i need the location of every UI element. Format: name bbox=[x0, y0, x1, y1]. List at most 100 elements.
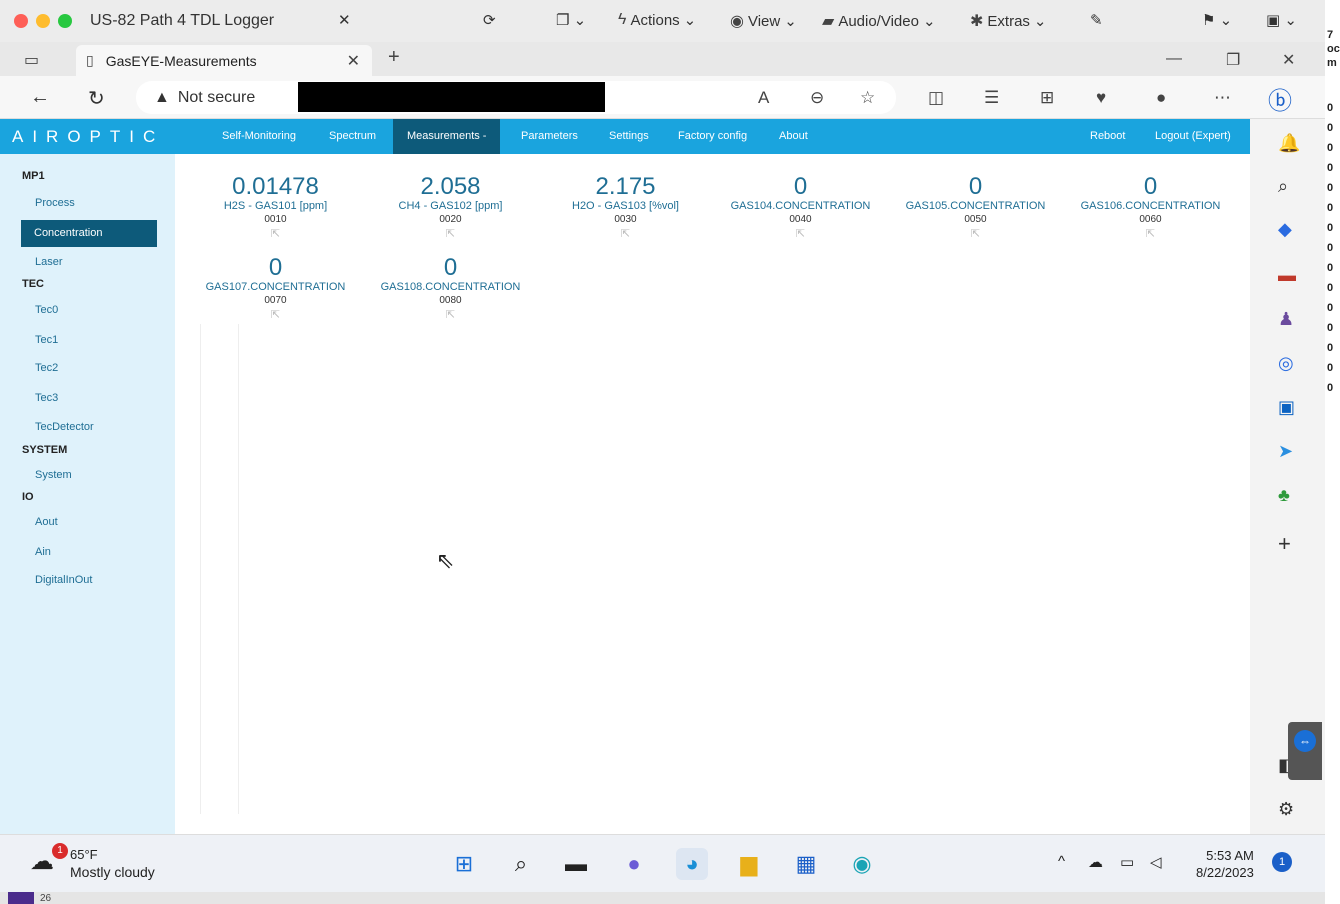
tree-icon[interactable]: ♣ bbox=[1278, 485, 1290, 506]
refresh-icon[interactable]: ⟳ bbox=[483, 11, 496, 29]
security-label: Not secure bbox=[177, 88, 256, 106]
games-icon[interactable]: ♟ bbox=[1278, 309, 1294, 330]
chevron-up-icon[interactable]: ^ bbox=[1058, 853, 1065, 870]
health-icon[interactable]: ♥ bbox=[1096, 88, 1106, 108]
split-screen-icon[interactable]: ◫ bbox=[928, 88, 944, 108]
clock-date: 8/22/2023 bbox=[1196, 865, 1254, 880]
edge-char: 0 bbox=[1327, 362, 1334, 374]
edge-char: 0 bbox=[1327, 342, 1334, 354]
browser-tab[interactable]: ▯ GasEYE-Measurements ✕ bbox=[76, 45, 372, 76]
external-link-icon[interactable]: ⇱ bbox=[538, 226, 713, 242]
bing-icon[interactable]: ⓑ bbox=[1268, 81, 1292, 116]
audio-video-menu[interactable]: ▰ Audio/Video ⌄ bbox=[822, 11, 936, 31]
sidebar-item-tec2[interactable]: Tec2 bbox=[35, 362, 58, 374]
restore-icon[interactable]: ❐ bbox=[1226, 50, 1240, 70]
eye-app-icon[interactable]: ◉ bbox=[846, 848, 878, 880]
external-link-icon[interactable]: ⇱ bbox=[188, 226, 363, 242]
sidebar-item-concentration[interactable]: Concentration bbox=[21, 220, 157, 247]
clock[interactable]: 5:53 AM 8/22/2023 bbox=[1196, 847, 1254, 881]
minimize-window-button[interactable] bbox=[36, 14, 50, 28]
external-link-icon[interactable]: ⇱ bbox=[713, 226, 888, 242]
browser-tabbar: ▭ ▯ GasEYE-Measurements ✕ + — ❐ ✕ bbox=[0, 42, 1325, 76]
close-icon[interactable]: ✕ bbox=[1282, 50, 1295, 70]
shopping-icon[interactable]: ◆ bbox=[1278, 219, 1292, 240]
close-window-button[interactable] bbox=[14, 14, 28, 28]
sidebar-item-ain[interactable]: Ain bbox=[35, 546, 51, 558]
read-aloud-icon[interactable]: A bbox=[758, 88, 769, 108]
sidebar-item-process[interactable]: Process bbox=[35, 197, 75, 209]
nav-settings[interactable]: Settings bbox=[609, 130, 649, 142]
minimize-icon[interactable]: — bbox=[1166, 50, 1182, 68]
nav-parameters[interactable]: Parameters bbox=[521, 130, 578, 142]
nav-self-monitoring[interactable]: Self-Monitoring bbox=[222, 130, 296, 142]
store-icon[interactable]: ▦ bbox=[790, 848, 822, 880]
sidebar-item-tecdetector[interactable]: TecDetector bbox=[35, 421, 94, 433]
profile-icon[interactable]: ● bbox=[1156, 88, 1166, 108]
zoom-window-button[interactable] bbox=[58, 14, 72, 28]
file-explorer-icon[interactable]: ▆ bbox=[733, 848, 765, 880]
onedrive-icon[interactable]: ☁ bbox=[1088, 853, 1103, 871]
external-link-icon[interactable]: ⇱ bbox=[1063, 226, 1238, 242]
external-link-icon[interactable]: ⇱ bbox=[363, 226, 538, 242]
nav-about[interactable]: About bbox=[779, 130, 808, 142]
more-menu-icon[interactable]: ⋯ bbox=[1214, 88, 1231, 108]
sidebar-group-tec: TEC bbox=[22, 278, 44, 290]
sidebar-item-aout[interactable]: Aout bbox=[35, 516, 58, 528]
outlook-icon[interactable]: ▣ bbox=[1278, 397, 1295, 418]
add-icon[interactable]: + bbox=[1278, 531, 1291, 557]
favorites-icon[interactable]: ☰ bbox=[984, 88, 999, 108]
measurement-value: 0 bbox=[443, 254, 458, 281]
back-icon[interactable]: ← bbox=[30, 86, 50, 109]
sidebar-item-tec0[interactable]: Tec0 bbox=[35, 304, 58, 316]
panel-menu-icon[interactable]: ▣ ⌄ bbox=[1266, 11, 1297, 29]
background-window-strip bbox=[0, 892, 1325, 904]
nav-measurements[interactable]: Measurements - bbox=[393, 119, 501, 154]
close-tab-icon[interactable]: ✕ bbox=[347, 51, 360, 71]
task-view-icon[interactable]: ▬ bbox=[560, 848, 592, 880]
run-icon[interactable]: ⚑ ⌄ bbox=[1202, 11, 1232, 29]
tab-actions-icon[interactable]: ▭ bbox=[24, 50, 39, 70]
view-menu[interactable]: ◉ View ⌄ bbox=[730, 11, 797, 31]
sidebar-item-tec3[interactable]: Tec3 bbox=[35, 392, 58, 404]
actions-menu[interactable]: ϟ Actions ⌄ bbox=[618, 11, 696, 29]
sidebar-item-tec1[interactable]: Tec1 bbox=[35, 334, 58, 346]
measurement-tile: 0 GAS108.CONCENTRATION 0080 ⇱ bbox=[363, 255, 538, 323]
new-tab-icon[interactable]: + bbox=[388, 46, 400, 69]
extras-menu[interactable]: ✱ Extras ⌄ bbox=[970, 11, 1047, 31]
measurement-name: GAS107.CONCENTRATION bbox=[205, 281, 346, 293]
settings-gear-icon[interactable]: ⚙ bbox=[1278, 799, 1294, 820]
reboot-link[interactable]: Reboot bbox=[1090, 130, 1125, 142]
external-link-icon[interactable]: ⇱ bbox=[188, 307, 363, 323]
nav-factory-config[interactable]: Factory config bbox=[678, 130, 747, 142]
disconnect-icon[interactable]: ✕ bbox=[338, 11, 351, 29]
favorite-star-icon[interactable]: ☆ bbox=[860, 88, 875, 108]
office-icon[interactable]: ◎ bbox=[1278, 353, 1294, 374]
search-icon[interactable]: ⌕ bbox=[505, 848, 537, 880]
nav-spectrum[interactable]: Spectrum bbox=[329, 130, 376, 142]
sidebar-item-digitalinout[interactable]: DigitalInOut bbox=[35, 574, 92, 586]
reload-icon[interactable]: ↻ bbox=[88, 86, 105, 111]
view-label: View bbox=[747, 12, 781, 30]
chat-icon[interactable]: ● bbox=[618, 848, 650, 880]
start-icon[interactable]: ⊞ bbox=[448, 848, 480, 880]
external-link-icon[interactable]: ⇱ bbox=[888, 226, 1063, 242]
collections-icon[interactable]: ⊞ bbox=[1040, 88, 1054, 108]
volume-muted-icon[interactable]: ◁ bbox=[1150, 853, 1162, 871]
search-icon[interactable]: ⌕ bbox=[1278, 176, 1288, 197]
sidebar-item-system[interactable]: System bbox=[35, 469, 72, 481]
external-link-icon[interactable]: ⇱ bbox=[363, 307, 538, 323]
actions-label: Actions bbox=[630, 11, 680, 29]
clipboard-menu-icon[interactable]: ❐ ⌄ bbox=[556, 11, 586, 29]
notification-badge[interactable]: 1 bbox=[1272, 852, 1292, 872]
teamviewer-icon: ⇔ bbox=[1294, 730, 1316, 752]
logout-link[interactable]: Logout (Expert) bbox=[1155, 130, 1231, 142]
network-icon[interactable]: ▭ bbox=[1120, 853, 1134, 871]
notifications-icon[interactable]: 🔔 bbox=[1278, 133, 1300, 154]
zoom-icon[interactable]: ⊖ bbox=[810, 88, 824, 108]
edit-icon[interactable]: ✎ bbox=[1090, 11, 1103, 29]
tools-icon[interactable]: ▬ bbox=[1278, 265, 1296, 286]
edge-icon[interactable]: ◕ bbox=[676, 848, 708, 880]
sidebar-item-laser[interactable]: Laser bbox=[35, 256, 63, 268]
teamviewer-handle[interactable]: ⇔ bbox=[1288, 722, 1322, 780]
send-icon[interactable]: ➤ bbox=[1278, 441, 1293, 462]
